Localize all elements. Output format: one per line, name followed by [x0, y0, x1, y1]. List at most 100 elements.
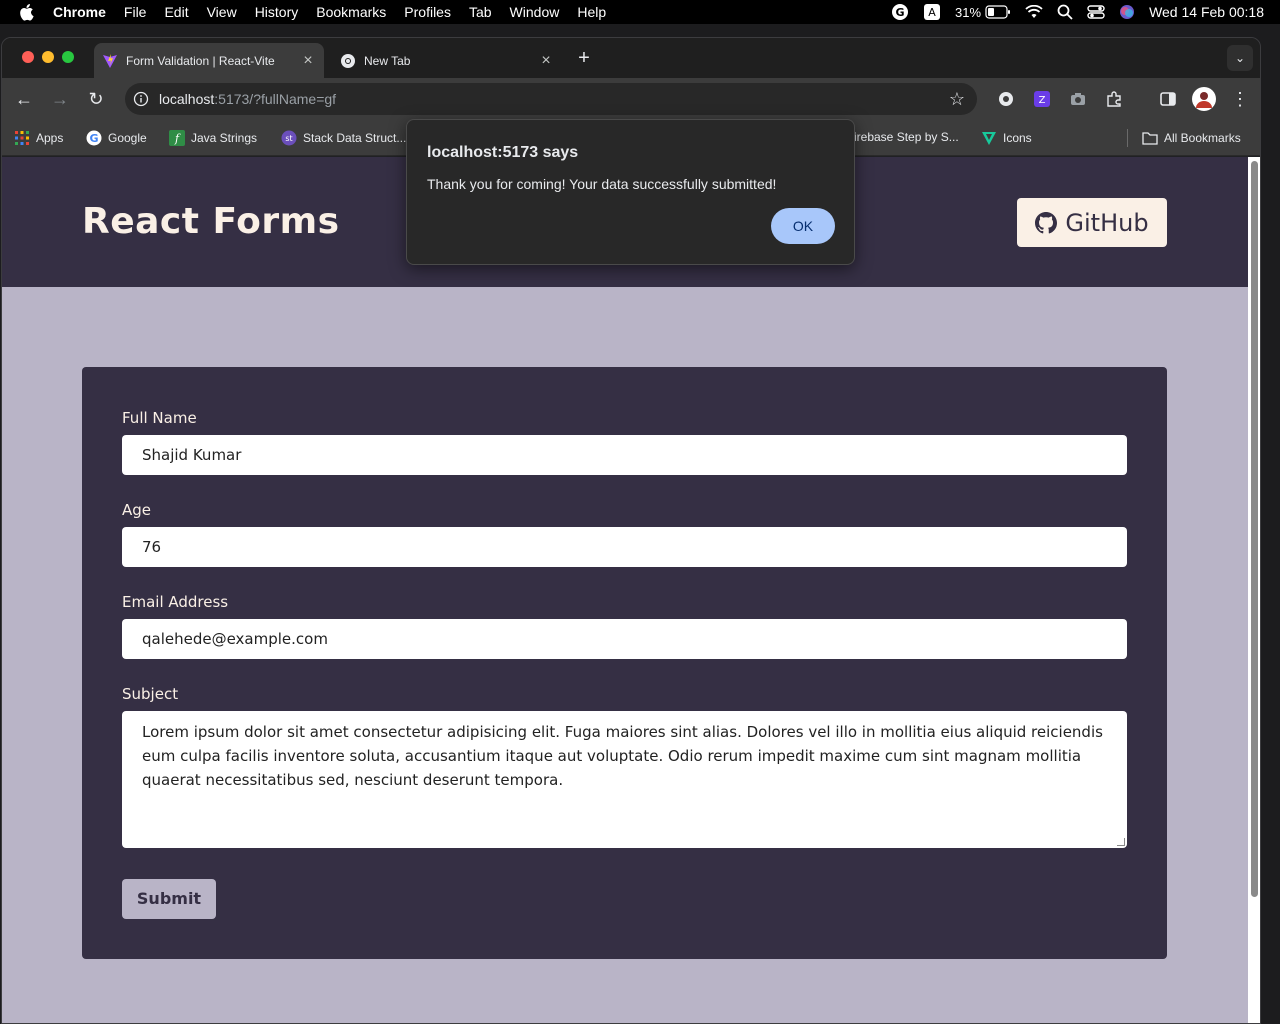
submit-button[interactable]: Submit [122, 879, 216, 919]
menu-profiles[interactable]: Profiles [404, 4, 451, 20]
all-bookmarks-label: All Bookmarks [1164, 131, 1241, 145]
tab-form-validation[interactable]: Form Validation | React-Vite × [94, 43, 324, 78]
tab-close-icon[interactable]: × [538, 52, 554, 69]
bookmark-label: Java Strings [191, 131, 258, 145]
tab-search-button[interactable]: ⌄ [1227, 45, 1253, 71]
subject-textarea[interactable]: Lorem ipsum dolor sit amet consectetur a… [122, 711, 1127, 848]
url-host: localhost [159, 91, 215, 107]
tab-close-icon[interactable]: × [300, 52, 316, 69]
alert-message: Thank you for coming! Your data successf… [427, 176, 777, 192]
menu-edit[interactable]: Edit [164, 4, 188, 20]
bookmark-google[interactable]: G Google [86, 130, 147, 146]
apps-grid-icon [15, 131, 29, 145]
subject-label: Subject [122, 685, 179, 703]
grammarly-icon[interactable]: G [891, 3, 909, 21]
bookmark-label: Icons [1003, 131, 1032, 145]
all-bookmarks-button[interactable]: All Bookmarks [1142, 130, 1241, 146]
full-name-input[interactable]: Shajid Kumar [122, 435, 1127, 475]
github-button[interactable]: GitHub [1017, 198, 1167, 247]
java-strings-icon: f [169, 130, 185, 146]
bookmark-label: irebase Step by S... [854, 130, 959, 144]
github-label: GitHub [1065, 208, 1149, 237]
form-card: Full Name Shajid Kumar Age 76 Email Addr… [82, 367, 1167, 959]
siri-icon[interactable] [1119, 4, 1135, 20]
close-window-button[interactable] [22, 51, 34, 63]
email-input[interactable]: qalehede@example.com [122, 619, 1127, 659]
site-info-icon[interactable] [133, 91, 149, 107]
alert-title: localhost:5173 says [427, 144, 579, 161]
chrome-menu-icon[interactable]: ⋮ [1230, 89, 1250, 109]
age-label: Age [122, 501, 152, 519]
menu-bookmarks[interactable]: Bookmarks [316, 4, 386, 20]
url-path: :5173/?fullName=gf [214, 91, 337, 107]
svg-text:G: G [896, 6, 905, 19]
tab-new-tab[interactable]: New Tab × [332, 43, 562, 78]
full-name-label: Full Name [122, 409, 197, 427]
bookmark-firebase-step[interactable]: irebase Step by S... [854, 130, 959, 144]
menu-view[interactable]: View [207, 4, 237, 20]
new-tab-button[interactable]: + [573, 47, 595, 69]
menu-tab[interactable]: Tab [469, 4, 492, 20]
chrome-favicon-icon [341, 53, 355, 68]
bookmark-label: Apps [36, 131, 64, 145]
menu-file[interactable]: File [124, 4, 147, 20]
macos-menubar: Chrome File Edit View History Bookmarks … [0, 0, 1280, 24]
tab-strip: Form Validation | React-Vite × New Tab ×… [2, 38, 1260, 78]
email-label: Email Address [122, 593, 229, 611]
svg-text:G: G [89, 132, 98, 145]
bookmark-java-strings[interactable]: f Java Strings [169, 130, 257, 146]
bookmark-label: Google [108, 131, 147, 145]
input-source-icon[interactable]: A [923, 3, 941, 21]
menu-window[interactable]: Window [510, 4, 560, 20]
minimize-window-button[interactable] [42, 51, 54, 63]
extension-circle-icon[interactable] [997, 90, 1015, 108]
bookmarks-divider [1127, 129, 1128, 147]
screenshot-camera-icon[interactable] [1069, 90, 1087, 108]
scrollbar-thumb[interactable] [1251, 161, 1258, 897]
battery-percent: 31% [955, 4, 982, 20]
back-button[interactable]: ← [14, 89, 34, 109]
bookmark-stack-data-struct[interactable]: st Stack Data Struct... [281, 130, 406, 146]
tab-title: New Tab [364, 53, 411, 68]
svg-text:A: A [928, 6, 936, 19]
zoom-window-button[interactable] [62, 51, 74, 63]
google-icon: G [86, 130, 102, 146]
bookmark-icons[interactable]: Icons [981, 130, 1032, 146]
folder-icon [1142, 132, 1158, 145]
alert-dialog: localhost:5173 says Thank you for coming… [406, 119, 855, 265]
subject-text: Lorem ipsum dolor sit amet consectetur a… [142, 723, 1103, 789]
github-icon [1035, 211, 1058, 233]
menu-history[interactable]: History [255, 4, 299, 20]
menu-help[interactable]: Help [577, 4, 606, 20]
wifi-icon[interactable] [1025, 5, 1043, 19]
icons-site-icon [982, 132, 996, 145]
apple-logo-icon[interactable] [18, 2, 34, 22]
age-input[interactable]: 76 [122, 527, 1127, 567]
browser-toolbar: ← → ↻ localhost:5173/?fullName=gf ☆ Z ⋮ [2, 78, 1260, 120]
extensions-puzzle-icon[interactable] [1105, 90, 1123, 108]
vite-favicon-icon [103, 53, 117, 68]
control-center-icon[interactable] [1087, 4, 1105, 20]
reload-button[interactable]: ↻ [86, 89, 106, 109]
menu-app-chrome[interactable]: Chrome [53, 4, 106, 20]
bookmark-star-icon[interactable]: ☆ [949, 89, 965, 110]
resize-grip-icon[interactable] [1117, 838, 1125, 846]
page-scrollbar[interactable] [1248, 157, 1260, 1023]
spotlight-search-icon[interactable] [1057, 4, 1073, 20]
bookmark-label: Stack Data Struct... [303, 131, 407, 145]
study-tonight-icon: st [281, 130, 297, 146]
address-bar[interactable]: localhost:5173/?fullName=gf ☆ [125, 83, 977, 115]
tab-title: Form Validation | React-Vite [126, 53, 275, 68]
alert-ok-button[interactable]: OK [771, 208, 835, 244]
page-viewport: React Forms GitHub Full Name Shajid Kuma… [2, 157, 1248, 1023]
extension-zi-icon[interactable]: Z [1033, 90, 1051, 108]
bookmark-apps[interactable]: Apps [14, 130, 63, 146]
profile-avatar-icon[interactable] [1192, 87, 1216, 111]
side-panel-icon[interactable] [1159, 90, 1177, 108]
battery-icon[interactable] [985, 5, 1011, 19]
url-text[interactable]: localhost:5173/?fullName=gf [159, 91, 336, 107]
svg-text:Z: Z [1039, 95, 1046, 106]
menubar-clock[interactable]: Wed 14 Feb 00:18 [1149, 4, 1264, 20]
forward-button[interactable]: → [50, 89, 70, 109]
svg-text:st: st [285, 134, 292, 143]
